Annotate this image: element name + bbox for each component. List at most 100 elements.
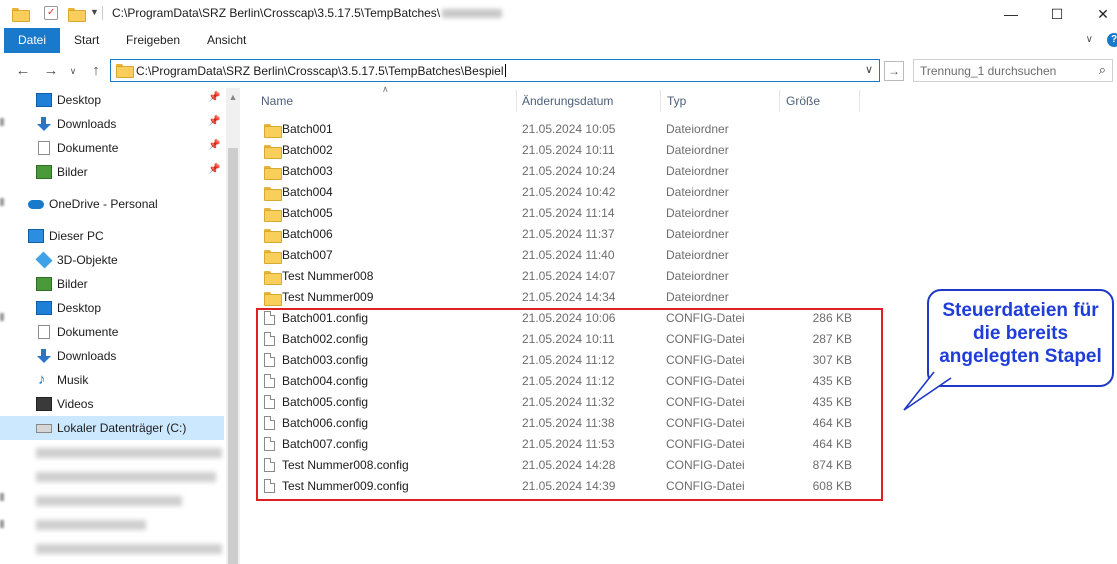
file-date: 21.05.2024 14:34 [522,290,616,304]
file-name: Test Nummer008 [282,269,374,283]
window-title: C:\ProgramData\SRZ Berlin\Crosscap\3.5.1… [112,6,503,20]
table-row[interactable]: Test Nummer009 21.05.2024 14:34 Dateiordne… [258,287,858,308]
minimize-button[interactable]: — [988,0,1034,28]
table-row[interactable]: Batch006 21.05.2024 11:37 Dateiordner [258,224,858,245]
nav-item-videos[interactable]: Videos [0,392,224,416]
tab-freigeben[interactable]: Freigeben [114,28,192,53]
expand-ribbon-icon[interactable]: ∨ [1086,34,1093,45]
address-dropdown-icon[interactable]: ∨ [865,63,873,76]
folder-icon [116,64,134,78]
document-icon [38,325,50,339]
file-date: 21.05.2024 11:40 [522,248,615,262]
forward-arrow-icon[interactable]: → [40,60,62,82]
nav-item-3d-objekte[interactable]: 3D-Objekte [0,248,224,272]
nav-item-desktop[interactable]: Desktop [0,296,224,320]
table-row[interactable]: Batch005 21.05.2024 11:14 Dateiordner [258,203,858,224]
help-icon[interactable]: ? [1107,33,1117,47]
search-placeholder[interactable]: Trennung_1 durchsuchen [920,64,1056,78]
annotation-line: die bereits [972,323,1069,344]
ribbon-tabs: Datei Start Freigeben Ansicht ∨ ? [0,28,1117,53]
file-date: 21.05.2024 11:37 [522,227,615,241]
annotation-text: Steuerdateien für die bereits angelegten… [929,299,1112,368]
navigation-pane: Desktop 📌 Downloads 📌 Dokumente 📌 Bilder… [0,88,240,564]
address-path[interactable]: C:\ProgramData\SRZ Berlin\Crosscap\3.5.1… [136,64,506,78]
nav-item-dokumente[interactable]: Dokumente [0,320,224,344]
scrollbar-thumb[interactable] [228,148,238,564]
pin-icon[interactable]: 📌 [208,164,220,175]
tab-datei[interactable]: Datei [4,28,60,53]
nav-item-onedrive[interactable]: OneDrive - Personal [0,192,224,216]
pin-icon[interactable]: 📌 [208,92,220,103]
folder-icon [264,292,282,306]
quick-access-dropdown-icon[interactable]: ▼ [90,7,99,17]
column-header-name[interactable]: Name [261,94,293,108]
redacted-nav-item [36,520,146,530]
file-type: Dateiordner [666,185,729,199]
folder-icon [264,229,282,243]
folder-icon [264,250,282,264]
nav-item-local-drive[interactable]: Lokaler Datenträger (C:) [0,416,224,440]
desktop-icon [36,93,52,107]
edge-mark [0,520,4,528]
nav-label: Dokumente [57,325,119,339]
column-separator[interactable] [859,90,860,112]
search-box[interactable]: Trennung_1 durchsuchen ⌕ [913,59,1113,82]
go-arrow-icon[interactable]: → [884,61,904,81]
redacted-nav-item [36,544,222,554]
close-button[interactable]: ✕ [1080,0,1117,28]
scroll-up-icon[interactable]: ▲ [226,92,240,102]
edge-mark [0,493,4,501]
address-row: ← → ∨ ↑ C:\ProgramData\SRZ Berlin\Crossc… [0,56,1117,86]
column-separator[interactable] [660,90,661,112]
nav-item-dokumente-quick[interactable]: Dokumente 📌 [0,136,224,160]
recent-locations-icon[interactable]: ∨ [62,60,84,82]
nav-item-desktop-quick[interactable]: Desktop 📌 [0,88,224,112]
pin-icon[interactable]: 📌 [208,140,220,151]
nav-label: OneDrive - Personal [49,197,158,211]
address-bar[interactable]: C:\ProgramData\SRZ Berlin\Crosscap\3.5.1… [110,59,880,82]
column-header-size[interactable]: Größe [786,94,820,108]
file-name: Batch006 [282,227,333,241]
column-header-date[interactable]: Änderungsdatum [522,94,613,108]
table-row[interactable]: Test Nummer008 21.05.2024 14:07 Dateiordne… [258,266,858,287]
folder-icon [264,166,282,180]
tab-start[interactable]: Start [62,28,111,53]
annotation-line: Steuerdateien für [942,300,1099,321]
nav-item-bilder[interactable]: Bilder [0,272,224,296]
nav-label: Desktop [57,93,102,107]
maximize-button[interactable]: ☐ [1034,0,1080,28]
nav-item-musik[interactable]: ♪ Musik [0,368,224,392]
table-row[interactable]: Batch002 21.05.2024 10:11 Dateiordner [258,140,858,161]
table-row[interactable]: Batch007 21.05.2024 11:40 Dateiordner [258,245,858,266]
pin-icon[interactable]: 📌 [208,116,220,127]
nav-scrollbar[interactable]: ▲ [226,88,240,564]
folder-icon [12,8,30,22]
nav-item-downloads[interactable]: Downloads [0,344,224,368]
table-row[interactable]: Batch004 21.05.2024 10:42 Dateiordner [258,182,858,203]
nav-item-downloads-quick[interactable]: Downloads 📌 [0,112,224,136]
new-folder-icon[interactable] [68,8,86,22]
folder-icon [264,145,282,159]
redacted-nav-item [36,448,222,458]
nav-label: Dokumente [57,141,119,155]
table-row[interactable]: Batch001 21.05.2024 10:05 Dateiordner [258,119,858,140]
table-row[interactable]: Batch003 21.05.2024 10:24 Dateiordner [258,161,858,182]
back-arrow-icon[interactable]: ← [12,60,34,82]
tab-ansicht[interactable]: Ansicht [195,28,258,53]
properties-icon[interactable]: ✓ [44,6,58,20]
desktop-icon [36,301,52,315]
nav-item-bilder-quick[interactable]: Bilder 📌 [0,160,224,184]
file-name: Test Nummer009 [282,290,374,304]
column-separator[interactable] [779,90,780,112]
search-icon[interactable]: ⌕ [1099,62,1106,78]
nav-label: Videos [57,397,94,411]
column-separator[interactable] [516,90,517,112]
file-date: 21.05.2024 10:11 [522,143,615,157]
nav-item-this-pc[interactable]: Dieser PC [0,224,224,248]
document-icon [38,141,50,155]
up-arrow-icon[interactable]: ↑ [85,60,107,82]
address-path-text[interactable]: C:\ProgramData\SRZ Berlin\Crosscap\3.5.1… [136,64,504,78]
cloud-icon [28,200,44,209]
redacted-nav-item [36,496,182,506]
column-header-type[interactable]: Typ [667,94,686,108]
